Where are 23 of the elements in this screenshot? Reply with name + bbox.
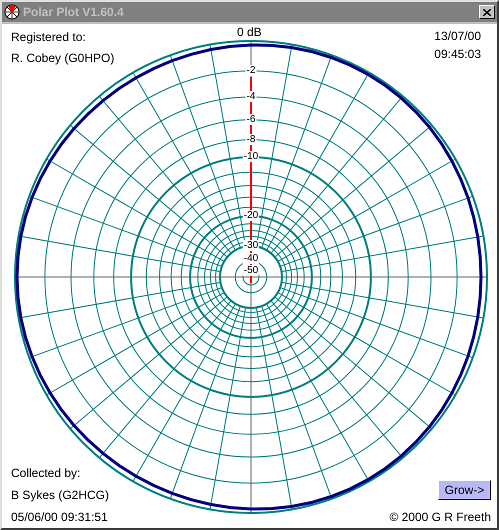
ring-label: -4 [246,91,256,102]
collected-name: B Sykes (G2HCG) [11,487,110,504]
copyright-text: © 2000 G R Freeth [389,509,491,526]
time-text: 09:45:03 [434,46,481,63]
ring-label: -20 [242,210,260,222]
grow-button[interactable]: Grow-> [438,480,491,500]
ring-label: -6 [246,114,256,125]
registered-name: R. Cobey (G0HPO) [11,50,114,67]
ring-label: -10 [242,151,260,162]
date-text: 13/07/00 [434,28,481,45]
polar-plot-logo-icon [4,4,20,20]
ring-label: -40 [242,253,260,264]
reference-label: 0 dB [237,26,262,39]
registered-label: Registered to: [11,29,87,46]
ring-label: -30 [242,240,260,252]
close-icon [483,8,491,16]
ring-label: -50 [242,265,260,276]
collected-label: Collected by: [11,465,82,482]
close-button[interactable] [479,5,495,19]
ring-label: -8 [246,134,256,145]
ring-label: -2 [246,64,256,76]
window-title: Polar Plot V1.60.4 [23,4,125,21]
collected-datetime: 05/06/00 09:31:51 [11,509,109,526]
